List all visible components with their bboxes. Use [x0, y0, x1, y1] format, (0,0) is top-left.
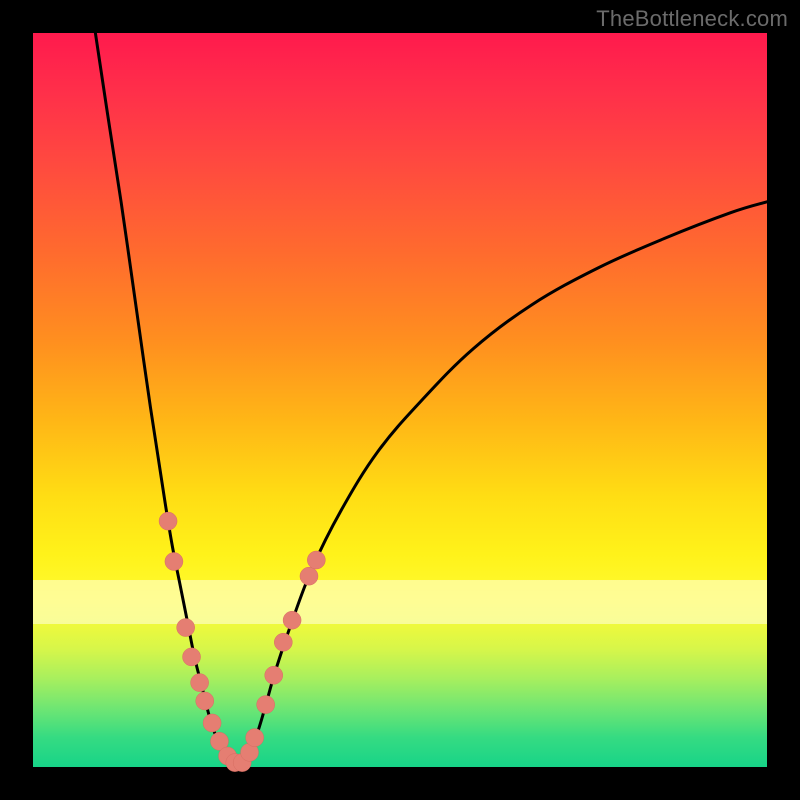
plot-area	[33, 33, 767, 767]
watermark-text: TheBottleneck.com	[596, 6, 788, 32]
dots-group	[159, 512, 325, 771]
data-dot	[241, 743, 259, 761]
data-dot	[210, 732, 228, 750]
curves-svg	[33, 33, 767, 767]
data-dot	[165, 552, 183, 570]
data-dot	[257, 696, 275, 714]
chart-outer-frame: TheBottleneck.com	[0, 0, 800, 800]
data-dot	[283, 611, 301, 629]
data-dot	[219, 747, 237, 765]
data-dot	[300, 567, 318, 585]
data-dot	[196, 692, 214, 710]
data-dot	[203, 714, 221, 732]
data-dot	[233, 754, 251, 772]
data-dot	[159, 512, 177, 530]
data-dot	[307, 551, 325, 569]
data-dot	[274, 633, 292, 651]
data-dot	[177, 619, 195, 637]
data-dot	[226, 754, 244, 772]
right-branch-curve	[239, 202, 767, 765]
data-dot	[183, 648, 201, 666]
data-dot	[246, 729, 264, 747]
data-dot	[265, 666, 283, 684]
left-branch-curve	[95, 33, 238, 765]
pale-band	[33, 580, 767, 624]
data-dot	[191, 674, 209, 692]
